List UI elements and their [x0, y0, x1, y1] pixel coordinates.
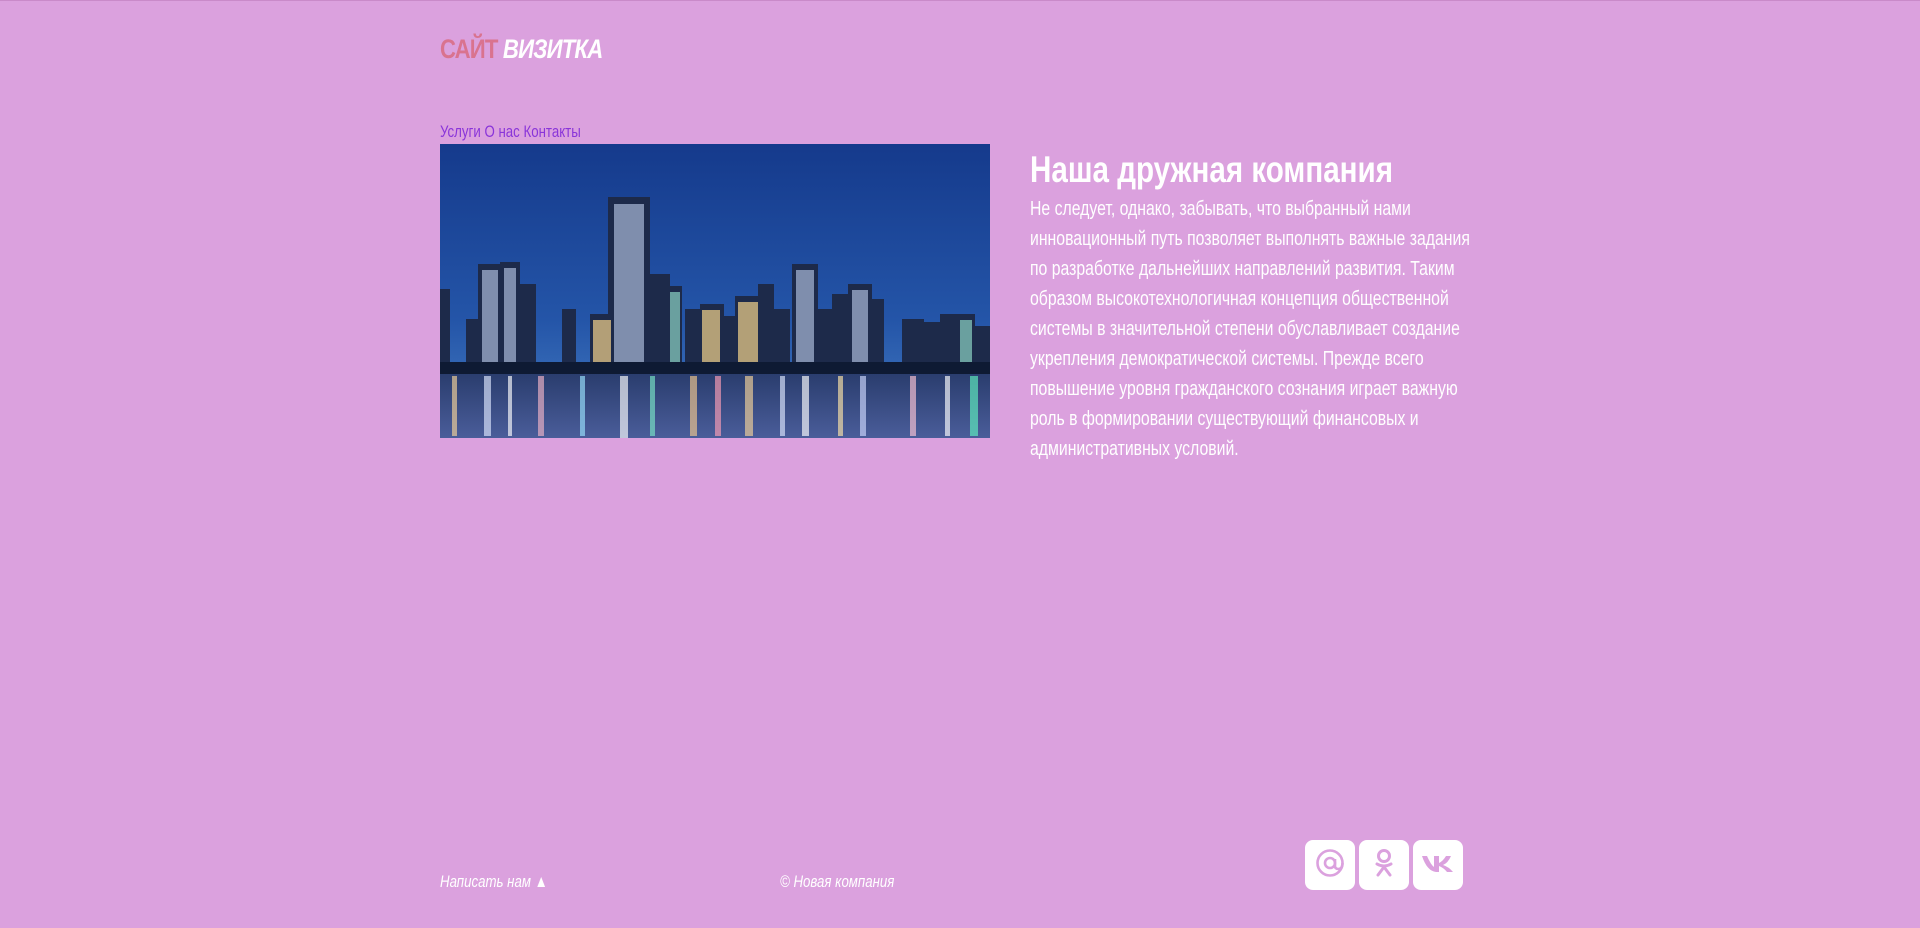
- odnoklassniki-button[interactable]: [1359, 840, 1409, 890]
- nav-link-services[interactable]: Услуги: [440, 122, 481, 141]
- section-text: Не следует, однако, забывать, что выбран…: [1030, 198, 1470, 460]
- nav-link-about[interactable]: О нас: [484, 122, 519, 141]
- mail-button[interactable]: [1305, 840, 1355, 890]
- main-nav: Услуги О нас Контакты: [440, 122, 581, 142]
- logo-part-1: САЙТ: [440, 34, 498, 64]
- site-logo[interactable]: САЙТ ВИЗИТКА: [440, 34, 603, 65]
- nav-link-contacts[interactable]: Контакты: [523, 122, 580, 141]
- write-us-link[interactable]: Написать нам ▲: [440, 872, 548, 892]
- odnoklassniki-icon: [1369, 847, 1399, 884]
- logo-part-2: ВИЗИТКА: [502, 34, 603, 64]
- copyright-text: © Новая компания: [780, 872, 895, 891]
- vk-icon: [1419, 849, 1457, 882]
- about-section: Наша дружная компания Не следует, однако…: [1030, 148, 1500, 464]
- mail-icon: [1314, 847, 1346, 884]
- social-links: [1305, 840, 1463, 890]
- city-skyline-image: [440, 144, 990, 438]
- top-border: [0, 0, 1920, 1]
- section-title: Наша дружная компания: [1030, 149, 1394, 190]
- vk-button[interactable]: [1413, 840, 1463, 890]
